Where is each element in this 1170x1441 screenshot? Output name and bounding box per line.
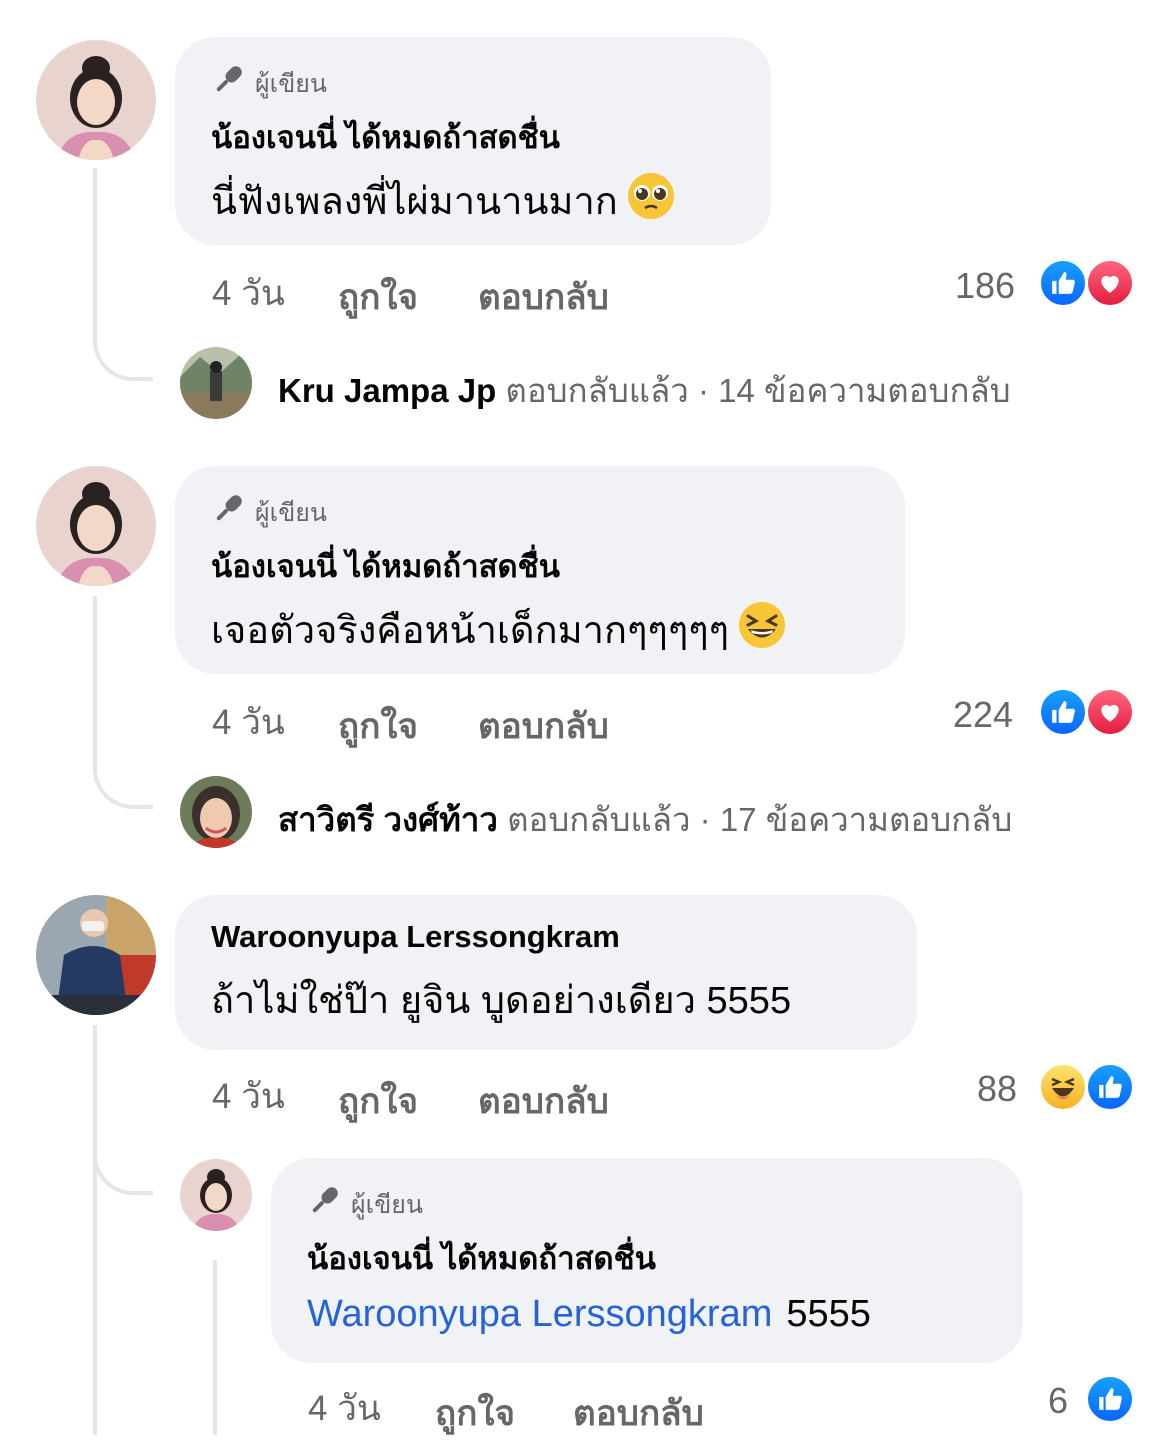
author-label: ผู้เขียน bbox=[255, 498, 328, 527]
avatar[interactable] bbox=[36, 895, 156, 1015]
like-button[interactable]: ถูกใจ bbox=[435, 1386, 515, 1441]
comment-body: นี่ฟังเพลงพี่ไผ่มานานมาก bbox=[211, 181, 618, 223]
thread-line bbox=[213, 1260, 217, 1435]
like-reaction-icon[interactable] bbox=[1085, 1062, 1135, 1112]
comment-text: Waroonyupa Lerssongkram 5555 bbox=[307, 1293, 987, 1336]
reply-summary[interactable]: Kru Jampa Jp ตอบกลับแล้ว · 14 ข้อความตอบ… bbox=[278, 364, 1011, 417]
reaction-count[interactable]: 88 bbox=[977, 1068, 1017, 1110]
author-label: ผู้เขียน bbox=[351, 1190, 424, 1219]
grinning-squinting-face-icon bbox=[737, 600, 787, 660]
comment-time[interactable]: 4 วัน bbox=[212, 266, 285, 321]
comment-text: นี่ฟังเพลงพี่ไผ่มานานมาก bbox=[211, 170, 735, 231]
author-badge: ผู้เขียน bbox=[307, 1184, 987, 1225]
love-reaction-icon[interactable] bbox=[1085, 258, 1135, 308]
comment-body: เจอตัวจริงคือหน้าเด็กมากๆๆๆๆๆ bbox=[211, 610, 730, 652]
haha-reaction-icon[interactable] bbox=[1038, 1062, 1088, 1112]
comment-time[interactable]: 4 วัน bbox=[308, 1381, 381, 1436]
reply-count: 17 ข้อความตอบกลับ bbox=[719, 801, 1013, 838]
commenter-name[interactable]: น้องเจนนี่ ได้หมดถ้าสดชื่น bbox=[307, 1233, 987, 1283]
avatar[interactable] bbox=[36, 40, 156, 160]
reply-button[interactable]: ตอบกลับ bbox=[478, 699, 609, 754]
like-reaction-icon[interactable] bbox=[1038, 258, 1088, 308]
separator: · bbox=[697, 372, 709, 409]
reaction-count[interactable]: 224 bbox=[953, 694, 1013, 736]
comment-bubble[interactable]: Waroonyupa Lerssongkram ถ้าไม่ใช่ป๊า ยูจ… bbox=[175, 895, 917, 1050]
reply-author-name: สาวิตรี วงศ์ท้าว bbox=[278, 801, 498, 838]
like-reaction-icon[interactable] bbox=[1038, 687, 1088, 737]
reply-count: 14 ข้อความตอบกลับ bbox=[718, 372, 1011, 409]
reply-button[interactable]: ตอบกลับ bbox=[478, 1074, 609, 1129]
thread-connector bbox=[93, 596, 153, 809]
comment-bubble[interactable]: ผู้เขียน น้องเจนนี่ ได้หมดถ้าสดชื่น เจอต… bbox=[175, 466, 905, 674]
comment-time[interactable]: 4 วัน bbox=[212, 1069, 285, 1124]
commenter-name[interactable]: น้องเจนนี่ ได้หมดถ้าสดชื่น bbox=[211, 112, 735, 162]
author-badge: ผู้เขียน bbox=[211, 492, 869, 533]
comment-time[interactable]: 4 วัน bbox=[212, 695, 285, 750]
comment-body: 5555 bbox=[786, 1293, 871, 1335]
comment-bubble[interactable]: ผู้เขียน น้องเจนนี่ ได้หมดถ้าสดชื่น นี่ฟ… bbox=[175, 37, 771, 245]
reaction-count[interactable]: 6 bbox=[1048, 1380, 1068, 1422]
love-reaction-icon[interactable] bbox=[1085, 687, 1135, 737]
separator: · bbox=[699, 801, 711, 838]
microphone-icon bbox=[211, 492, 245, 533]
reply-avatar[interactable] bbox=[180, 776, 252, 848]
author-label: ผู้เขียน bbox=[255, 69, 328, 98]
replied-label: ตอบกลับแล้ว bbox=[505, 372, 689, 409]
replied-label: ตอบกลับแล้ว bbox=[507, 801, 691, 838]
thread-connector bbox=[93, 168, 153, 381]
reply-avatar[interactable] bbox=[180, 347, 252, 419]
author-badge: ผู้เขียน bbox=[211, 63, 735, 104]
like-button[interactable]: ถูกใจ bbox=[338, 270, 418, 325]
comment-text: เจอตัวจริงคือหน้าเด็กมากๆๆๆๆๆ bbox=[211, 599, 869, 660]
mention-link[interactable]: Waroonyupa Lerssongkram bbox=[307, 1293, 772, 1336]
microphone-icon bbox=[307, 1184, 341, 1225]
commenter-name[interactable]: น้องเจนนี่ ได้หมดถ้าสดชื่น bbox=[211, 541, 869, 591]
like-reaction-icon[interactable] bbox=[1085, 1374, 1135, 1424]
like-button[interactable]: ถูกใจ bbox=[338, 1074, 418, 1129]
commenter-name[interactable]: Waroonyupa Lerssongkram bbox=[211, 919, 881, 955]
avatar[interactable] bbox=[180, 1159, 252, 1231]
reply-bubble[interactable]: ผู้เขียน น้องเจนนี่ ได้หมดถ้าสดชื่น Waro… bbox=[271, 1158, 1023, 1363]
thread-connector bbox=[93, 1025, 153, 1195]
avatar[interactable] bbox=[36, 466, 156, 586]
reply-button[interactable]: ตอบกลับ bbox=[573, 1386, 704, 1441]
reply-author-name: Kru Jampa Jp bbox=[278, 372, 497, 409]
comment-text: ถ้าไม่ใช่ป๊า ยูจิน บูดอย่างเดียว 5555 bbox=[211, 980, 792, 1022]
pleading-face-icon bbox=[626, 171, 676, 231]
reaction-count[interactable]: 186 bbox=[955, 265, 1015, 307]
reply-button[interactable]: ตอบกลับ bbox=[478, 270, 609, 325]
microphone-icon bbox=[211, 63, 245, 104]
reply-summary[interactable]: สาวิตรี วงศ์ท้าว ตอบกลับแล้ว · 17 ข้อควา… bbox=[278, 793, 1012, 846]
like-button[interactable]: ถูกใจ bbox=[338, 699, 418, 754]
